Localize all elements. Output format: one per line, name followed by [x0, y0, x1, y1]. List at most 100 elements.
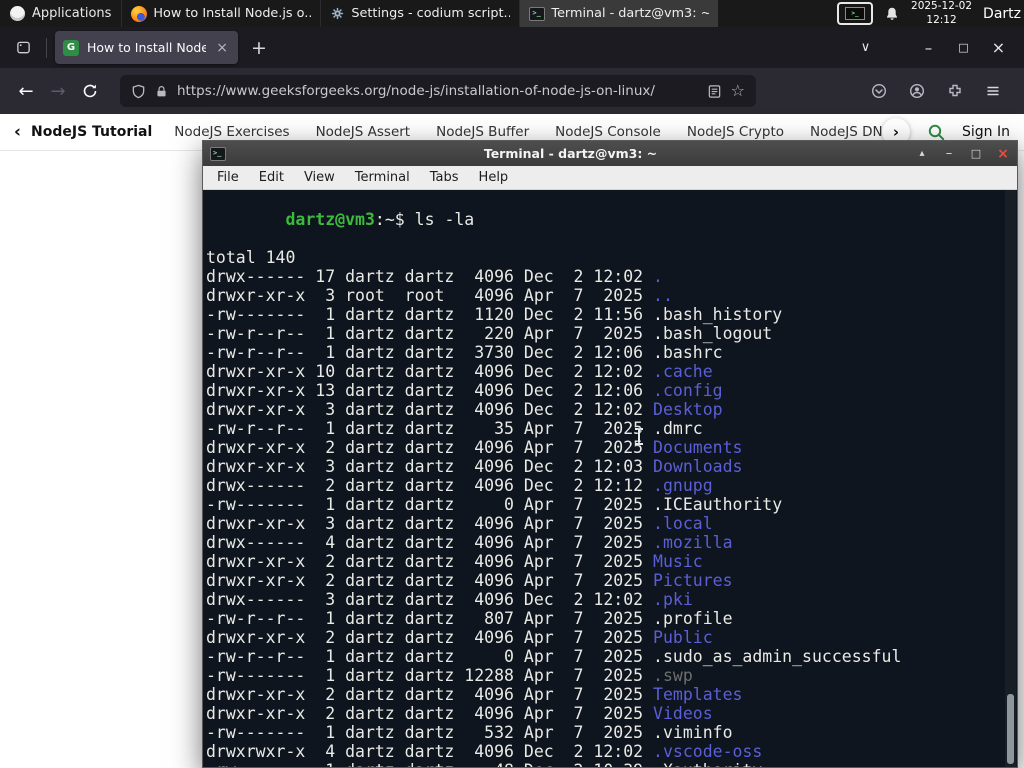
tab-separator	[46, 37, 47, 58]
panel-user-label[interactable]: Dartz	[983, 6, 1021, 22]
terminal-menu-edit[interactable]: Edit	[251, 168, 292, 187]
applications-label: Applications	[32, 6, 112, 21]
site-nav-item[interactable]: NodeJS Assert	[316, 124, 411, 140]
site-nav-active-item[interactable]: NodeJS Tutorial	[31, 124, 152, 140]
tab-favicon	[63, 39, 79, 56]
terminal-line: drwxr-xr-x 3 dartz dartz 4096 Dec 2 12:0…	[206, 400, 723, 419]
tab-close-icon[interactable]: ×	[214, 40, 230, 56]
terminal-line: drwxr-xr-x 2 dartz dartz 4096 Apr 7 2025…	[206, 704, 713, 723]
taskbar-title: How to Install Node.js o...	[153, 6, 312, 21]
taskbar-title: Terminal - dartz@vm3: ~	[551, 6, 710, 21]
terminal-line: -rw------- 1 dartz dartz 0 Apr 7 2025 .I…	[206, 495, 783, 514]
terminal-listing: drwx------ 17 dartz dartz 4096 Dec 2 12:…	[206, 267, 1017, 767]
terminal-window-controls: ▴ – □ ×	[915, 146, 1010, 162]
terminal-window: Terminal - dartz@vm3: ~ ▴ – □ × FileEdit…	[202, 140, 1018, 768]
site-nav-item[interactable]: NodeJS Console	[555, 124, 661, 140]
browser-minimize-button[interactable]: –	[911, 34, 946, 62]
terminal-scrollbar[interactable]	[1005, 190, 1016, 767]
search-icon[interactable]	[927, 123, 945, 141]
terminal-shade-button[interactable]: ▴	[915, 148, 929, 159]
taskbar-button-settings[interactable]: Settings - codium script...	[320, 0, 519, 27]
terminal-menu-file[interactable]: File	[209, 168, 247, 187]
taskbar-button-terminal[interactable]: Terminal - dartz@vm3: ~	[519, 0, 719, 27]
terminal-prompt-line: dartz@vm3:~$ ls -la	[206, 191, 1017, 248]
prompt-user-host: dartz@vm3	[285, 210, 375, 229]
browser-tab-strip: How to Install Node.js on × + ∨ – □ ×	[0, 27, 1024, 68]
browser-maximize-button[interactable]: □	[946, 34, 981, 62]
back-button[interactable]: ←	[10, 75, 42, 107]
terminal-menubar: File Edit View Terminal Tabs Help	[203, 166, 1017, 190]
terminal-line: -rw------- 1 dartz dartz 1120 Dec 2 11:5…	[206, 305, 783, 324]
terminal-line: drwx------ 17 dartz dartz 4096 Dec 2 12:…	[206, 267, 663, 286]
terminal-line: drwxr-xr-x 3 dartz dartz 4096 Dec 2 12:0…	[206, 457, 743, 476]
reader-view-icon[interactable]	[707, 84, 722, 99]
new-tab-button[interactable]: +	[244, 34, 274, 62]
terminal-maximize-button[interactable]: □	[969, 147, 983, 160]
terminal-line: -rw-r--r-- 1 dartz dartz 35 Apr 7 2025 .…	[206, 419, 703, 438]
site-nav-item[interactable]: NodeJS Buffer	[436, 124, 529, 140]
terminal-close-button[interactable]: ×	[996, 146, 1010, 162]
lock-icon[interactable]	[155, 85, 168, 98]
url-bar[interactable]: https://www.geeksforgeeks.org/node-js/in…	[120, 75, 756, 107]
clock-date: 2025-12-02	[911, 0, 973, 13]
tab-title: How to Install Node.js on	[87, 40, 207, 55]
tray-terminal-icon[interactable]	[837, 2, 874, 25]
terminal-line: -rw-r--r-- 1 dartz dartz 3730 Dec 2 12:0…	[206, 343, 723, 362]
terminal-line: drwxr-xr-x 10 dartz dartz 4096 Dec 2 12:…	[206, 362, 713, 381]
tab-strip-right: ∨ – □ ×	[848, 34, 1016, 62]
browser-close-button[interactable]: ×	[981, 34, 1016, 62]
bookmark-star-icon[interactable]: ☆	[731, 83, 745, 99]
browser-toolbar: ← → https://www.geeksforgeeks.org/node-j…	[0, 68, 1024, 114]
site-nav-item[interactable]: NodeJS DNS	[810, 124, 891, 140]
terminal-line: -rw------- 1 dartz dartz 12288 Apr 7 202…	[206, 666, 693, 685]
terminal-total-line: total 140	[206, 248, 296, 267]
terminal-menu-tabs[interactable]: Tabs	[422, 168, 467, 187]
terminal-icon	[529, 6, 546, 21]
pocket-icon[interactable]	[864, 75, 894, 107]
tracking-shield-icon[interactable]	[131, 84, 146, 99]
terminal-line: -rw------- 1 dartz dartz 532 Apr 7 2025 …	[206, 723, 733, 742]
terminal-icon	[210, 146, 226, 161]
terminal-line: drwx------ 3 dartz dartz 4096 Dec 2 12:0…	[206, 590, 693, 609]
list-all-tabs-button[interactable]: ∨	[848, 34, 883, 62]
terminal-line: drwxr-xr-x 3 root root 4096 Apr 7 2025 .…	[206, 286, 673, 305]
url-text[interactable]: https://www.geeksforgeeks.org/node-js/in…	[177, 83, 698, 99]
reload-button[interactable]	[74, 75, 106, 107]
terminal-menu-view[interactable]: View	[296, 168, 343, 187]
terminal-line: drwxr-xr-x 2 dartz dartz 4096 Apr 7 2025…	[206, 571, 733, 590]
site-nav-items: NodeJS Exercises NodeJS Assert NodeJS Buff…	[174, 124, 892, 140]
notification-bell-icon[interactable]	[884, 6, 900, 22]
applications-menu[interactable]: Applications	[0, 0, 121, 27]
terminal-line: drwxr-xr-x 2 dartz dartz 4096 Apr 7 2025…	[206, 628, 713, 647]
terminal-minimize-button[interactable]: –	[942, 146, 956, 161]
taskbar-button-firefox[interactable]: How to Install Node.js o...	[121, 0, 320, 27]
firefox-view-button[interactable]	[8, 34, 38, 62]
panel-clock[interactable]: 2025-12-02 12:12	[911, 0, 972, 26]
terminal-title-bar[interactable]: Terminal - dartz@vm3: ~ ▴ – □ ×	[203, 141, 1017, 166]
terminal-line: drwxr-xr-x 2 dartz dartz 4096 Apr 7 2025…	[206, 438, 743, 457]
sign-in-button[interactable]: Sign In	[962, 124, 1010, 140]
terminal-line: drwxr-xr-x 2 dartz dartz 4096 Apr 7 2025…	[206, 552, 703, 571]
terminal-line: drwxr-xr-x 13 dartz dartz 4096 Dec 2 12:…	[206, 381, 723, 400]
taskbar-title: Settings - codium script...	[351, 6, 511, 21]
terminal-line: drwxrwxr-x 4 dartz dartz 4096 Dec 2 12:0…	[206, 742, 763, 761]
site-nav-back-chevron[interactable]: ‹	[14, 122, 21, 142]
terminal-menu-terminal[interactable]: Terminal	[347, 168, 418, 187]
gear-icon	[330, 6, 345, 21]
terminal-scrollbar-thumb[interactable]	[1007, 694, 1014, 764]
menu-hamburger-icon[interactable]	[978, 75, 1008, 107]
terminal-menu-help[interactable]: Help	[471, 168, 517, 187]
extensions-icon[interactable]	[940, 75, 970, 107]
terminal-output[interactable]: dartz@vm3:~$ ls -la total 140 drwx------…	[203, 190, 1017, 767]
applications-icon	[10, 6, 25, 21]
forward-button[interactable]: →	[42, 75, 74, 107]
terminal-line: drwxr-xr-x 2 dartz dartz 4096 Apr 7 2025…	[206, 685, 743, 704]
terminal-title: Terminal - dartz@vm3: ~	[483, 146, 658, 161]
terminal-line: drwx------ 4 dartz dartz 4096 Apr 7 2025…	[206, 533, 733, 552]
prompt-suffix: :~$	[374, 210, 415, 229]
site-nav-item[interactable]: NodeJS Exercises	[174, 124, 289, 140]
site-nav-item[interactable]: NodeJS Crypto	[687, 124, 784, 140]
browser-tab[interactable]: How to Install Node.js on ×	[55, 31, 238, 64]
clock-time: 12:12	[926, 13, 957, 26]
account-icon[interactable]	[902, 75, 932, 107]
